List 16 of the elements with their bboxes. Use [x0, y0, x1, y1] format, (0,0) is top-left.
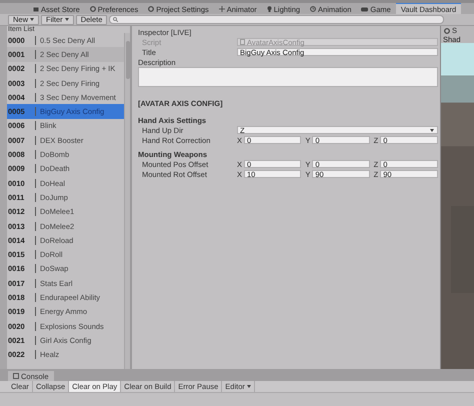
- scrollbar[interactable]: [124, 33, 130, 369]
- bag-icon: [33, 6, 39, 12]
- bulb-icon: [266, 6, 272, 12]
- description-field[interactable]: [138, 67, 438, 87]
- search-icon: [113, 17, 118, 22]
- caret-icon: [64, 18, 69, 21]
- search-field[interactable]: [109, 15, 444, 24]
- caret-icon: [430, 128, 434, 132]
- clock-icon: [310, 6, 316, 12]
- gear-icon: [90, 6, 96, 12]
- gear-icon: [444, 28, 450, 34]
- console-icon: [13, 373, 19, 379]
- gear-icon: [148, 6, 154, 12]
- script-icon: [240, 39, 245, 45]
- caret-icon: [30, 18, 34, 21]
- gamepad-icon: [361, 6, 368, 12]
